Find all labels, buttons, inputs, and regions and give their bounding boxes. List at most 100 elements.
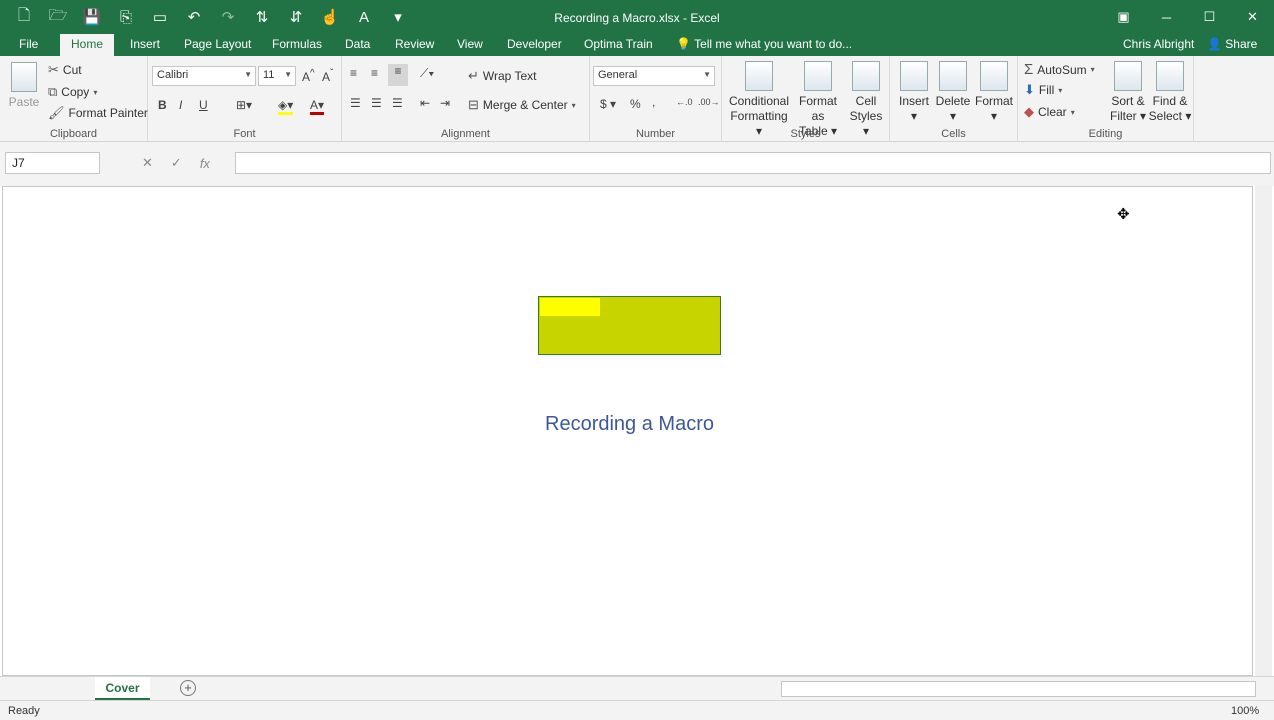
increase-decimal-icon[interactable]: ←.0 [676, 97, 693, 107]
maximize-icon[interactable]: ☐ [1188, 0, 1231, 34]
autosum-label: AutoSum [1037, 62, 1087, 77]
percent-button[interactable]: % [630, 97, 641, 111]
currency-button[interactable]: $ ▾ [600, 97, 616, 111]
tab-review[interactable]: Review [395, 37, 434, 51]
clear-label: Clear [1038, 105, 1067, 119]
tab-file[interactable]: File [19, 37, 38, 51]
formula-input[interactable] [235, 152, 1271, 174]
close-icon[interactable]: ✕ [1231, 0, 1274, 34]
sort-filter-button[interactable]: Sort & Filter ▾ [1108, 61, 1148, 124]
find-label-2: Select [1148, 109, 1182, 123]
font-color-icon[interactable]: A▾ [310, 98, 325, 115]
orientation-icon[interactable]: ⟋▾ [420, 66, 434, 81]
styles-group-label: Styles [790, 128, 821, 140]
formula-buttons: ✕ ✓ fx [130, 152, 230, 174]
format-cells-button[interactable]: Format ▾ [974, 61, 1014, 124]
cell-styles-label-1: Cell [855, 94, 877, 108]
font-group-label: Font [233, 128, 256, 140]
add-sheet-icon[interactable]: + [180, 680, 196, 696]
find-label-1: Find & [1152, 94, 1188, 108]
paste-label: Paste [8, 95, 40, 109]
delete-cells-button[interactable]: Delete ▾ [934, 61, 972, 124]
fill-color-icon[interactable]: ◈▾ [278, 98, 294, 115]
font-size-select[interactable]: 11 ▼ [258, 66, 296, 86]
align-center-icon[interactable]: ☰ [371, 96, 382, 110]
alignment-group: ≡ ≡ ≡ ⟋▾ ↵ Wrap Text ☰ ☰ ☰ ⇤ ⇥ ⊟ Merge & C… [342, 56, 590, 142]
insert-function-icon[interactable]: fx [200, 156, 210, 171]
tab-formulas[interactable]: Formulas [272, 37, 322, 51]
comma-button[interactable]: , [652, 95, 655, 109]
font-group: Calibri ▼ 11 ▼ A^ Aˇ B I U ⊞▾ ◈▾ A▾ Font [148, 56, 342, 142]
status-bar: Ready 100% [0, 700, 1274, 720]
tab-view[interactable]: View [457, 37, 483, 51]
autosum-button[interactable]: Σ AutoSum ▾ [1024, 61, 1095, 78]
tab-data[interactable]: Data [345, 37, 370, 51]
decrease-decimal-icon[interactable]: .00→ [698, 97, 720, 107]
tab-home[interactable]: Home [60, 34, 114, 56]
name-box-value: J7 [12, 156, 25, 170]
editing-group-label: Editing [1088, 128, 1123, 140]
share-label: Share [1225, 37, 1258, 51]
merge-icon: ⊟ [468, 97, 479, 112]
increase-font-icon[interactable]: A^ [302, 68, 315, 84]
wrap-text-button[interactable]: ↵ Wrap Text [468, 68, 536, 84]
magnifier-icon [1156, 61, 1184, 91]
paste-button[interactable]: Paste [6, 62, 42, 110]
number-format-value: General [598, 69, 638, 81]
share-button[interactable]: 👤 Share [1207, 37, 1257, 51]
align-middle-icon[interactable]: ≡ [371, 66, 378, 80]
horizontal-scrollbar[interactable] [781, 681, 1256, 697]
increase-indent-icon[interactable]: ⇥ [440, 96, 450, 110]
format-painter-button[interactable]: 🖌 Format Painter [48, 105, 148, 121]
cut-label: Cut [62, 63, 82, 77]
tab-insert[interactable]: Insert [130, 37, 160, 51]
insert-cells-button[interactable]: Insert ▾ [896, 61, 932, 124]
tell-me-box[interactable]: 💡 Tell me what you want to do... [676, 37, 852, 51]
chevron-down-icon: ▾ [1070, 107, 1075, 117]
ribbon-display-icon[interactable]: ▣ [1102, 0, 1145, 34]
align-bottom-icon[interactable]: ≡ [388, 64, 408, 86]
wrap-text-icon: ↵ [468, 68, 479, 83]
fill-button[interactable]: ⬇ Fill ▾ [1024, 82, 1062, 98]
italic-button[interactable]: I [179, 98, 182, 112]
paste-icon [11, 62, 37, 92]
wrap-text-label: Wrap Text [482, 69, 537, 83]
formula-bar: J7 ✕ ✓ fx [0, 142, 1274, 186]
find-select-button[interactable]: Find & Select ▾ [1148, 61, 1192, 124]
zoom-level[interactable]: 100% [1231, 705, 1259, 717]
copy-button[interactable]: ⧉ Copy ▾ [48, 84, 97, 100]
chevron-down-icon: ▾ [93, 87, 98, 97]
cancel-entry-icon[interactable]: ✕ [142, 155, 153, 171]
align-right-icon[interactable]: ☰ [392, 96, 403, 110]
borders-icon[interactable]: ⊞▾ [236, 98, 252, 112]
merge-center-button[interactable]: ⊟ Merge & Center ▾ [468, 97, 576, 113]
macro-button-shape[interactable] [538, 296, 721, 355]
copy-icon: ⧉ [48, 84, 58, 99]
tab-page-layout[interactable]: Page Layout [184, 37, 251, 51]
merge-center-label: Merge & Center [482, 98, 568, 112]
minimize-icon[interactable]: ─ [1145, 0, 1188, 34]
decrease-indent-icon[interactable]: ⇤ [420, 96, 430, 110]
tab-developer[interactable]: Developer [507, 37, 562, 51]
align-left-icon[interactable]: ☰ [350, 96, 361, 110]
confirm-entry-icon[interactable]: ✓ [171, 155, 182, 171]
bold-button[interactable]: B [158, 98, 167, 112]
underline-button[interactable]: U [199, 98, 208, 112]
tell-me-text: Tell me what you want to do... [694, 37, 853, 51]
delete-cells-icon [939, 61, 967, 91]
user-name[interactable]: Chris Albright [1123, 37, 1194, 51]
decrease-font-icon[interactable]: Aˇ [322, 68, 333, 84]
font-name-select[interactable]: Calibri ▼ [152, 66, 256, 86]
name-box[interactable]: J7 [5, 152, 100, 174]
number-group-label: Number [635, 128, 676, 140]
clear-button[interactable]: ◆ Clear ▾ [1024, 104, 1075, 120]
sort-label-2: Filter [1109, 109, 1137, 123]
format-table-icon [804, 61, 832, 91]
cut-button[interactable]: ✂ Cut [48, 62, 82, 78]
sheet-tab-cover[interactable]: Cover [95, 677, 150, 700]
scissors-icon: ✂ [48, 62, 59, 77]
tab-optima-train[interactable]: Optima Train [584, 37, 653, 51]
insert-label: Insert [898, 94, 929, 108]
number-format-select[interactable]: General ▼ [593, 66, 715, 86]
align-top-icon[interactable]: ≡ [350, 66, 357, 80]
